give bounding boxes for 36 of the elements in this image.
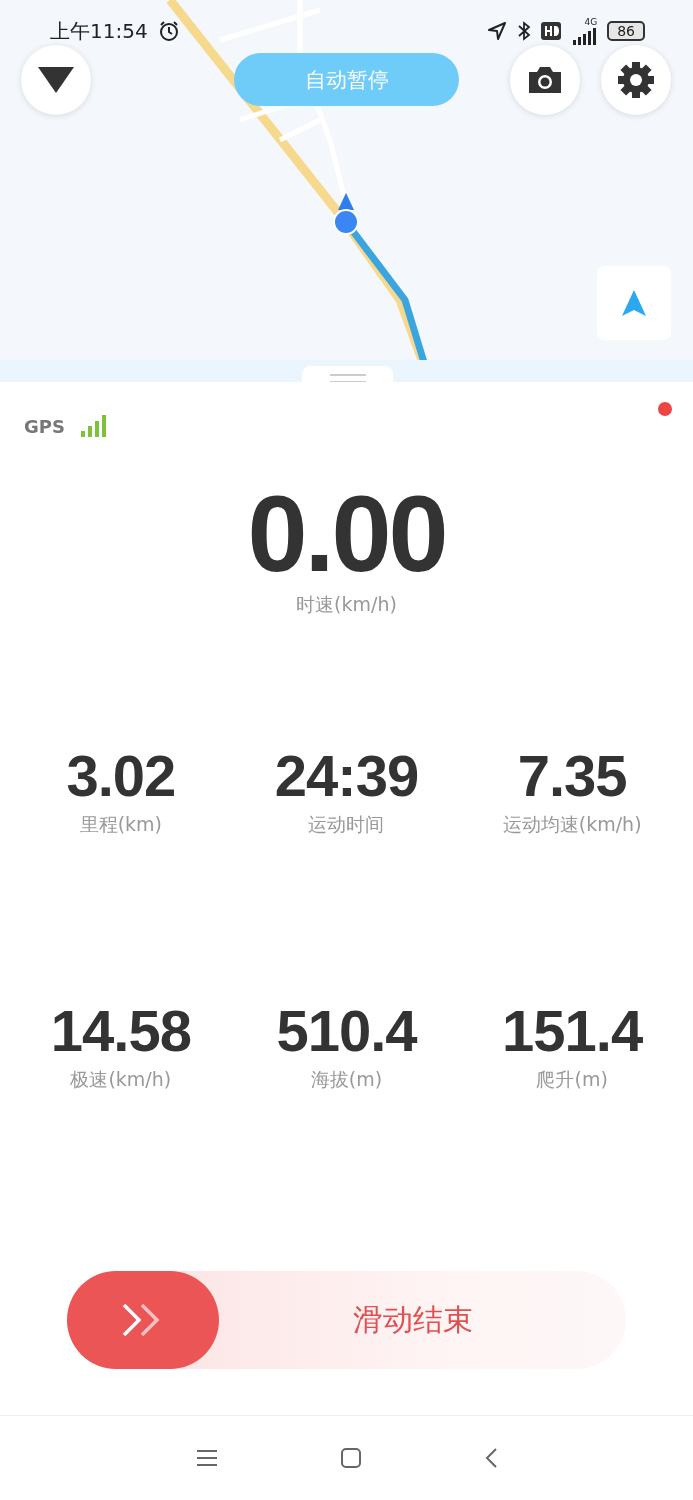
stat-label: 海拔(m) — [310, 1067, 383, 1092]
settings-icon — [616, 60, 656, 100]
stat-label: 运动均速(km/h) — [502, 812, 642, 837]
stat-value: 7.35 — [517, 748, 627, 804]
stat-label: 里程(km) — [79, 812, 162, 837]
camera-icon — [527, 65, 563, 95]
stat-value: 510.4 — [276, 1003, 417, 1059]
signal-icon — [571, 26, 598, 45]
location-arrow-icon — [487, 21, 508, 41]
stat-label: 爬升(m) — [536, 1067, 608, 1092]
back-icon[interactable] — [483, 1447, 498, 1469]
alarm-icon — [157, 20, 180, 42]
clock-time: 上午11:54 — [50, 17, 148, 45]
down-triangle-icon — [38, 67, 74, 93]
navigation-arrow-icon — [622, 290, 646, 316]
menu-icon[interactable] — [195, 1449, 218, 1467]
locate-button[interactable] — [597, 266, 671, 340]
speed-label: 时速(km/h) — [296, 592, 397, 617]
hd-icon — [541, 22, 562, 40]
stat-value: 24:39 — [274, 748, 419, 804]
stat-label: 极速(km/h) — [70, 1067, 172, 1092]
slide-to-end-label: 滑动结束 — [351, 1300, 474, 1339]
stat-value: 151.4 — [502, 1003, 643, 1059]
stat-label: 运动时间 — [308, 812, 385, 837]
home-icon[interactable] — [339, 1447, 362, 1469]
bluetooth-icon — [517, 21, 532, 41]
auto-pause-button[interactable]: 自动暂停 — [234, 53, 459, 106]
speed-value: 0.00 — [247, 484, 446, 584]
stat-value: 3.02 — [66, 748, 176, 804]
slide-to-end-track[interactable]: 滑动结束 — [67, 1271, 626, 1369]
gps-label: GPS — [24, 415, 65, 437]
battery-level: 86 — [607, 21, 645, 41]
gps-signal-icon — [80, 415, 107, 437]
network-type: 4G — [584, 17, 598, 27]
drag-handle[interactable] — [302, 366, 393, 382]
stat-value: 14.58 — [50, 1003, 191, 1059]
